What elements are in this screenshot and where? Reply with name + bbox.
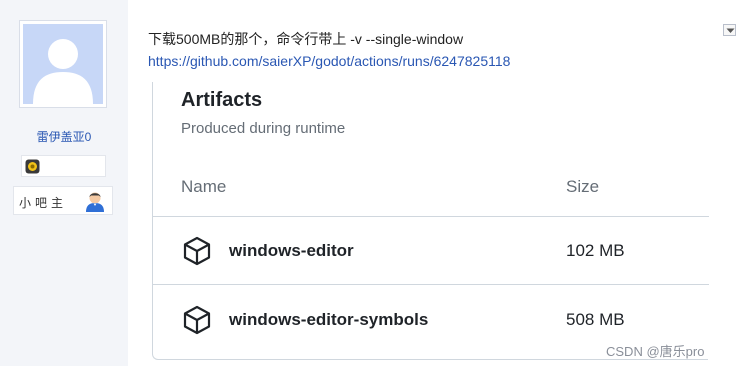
watermark: CSDN @唐乐pro: [606, 344, 705, 359]
moderator-icon: [86, 192, 104, 212]
forum-post: 雷伊盖亚0 小吧主 下载500MB的那个，命令行带上 -v --single-w…: [0, 0, 754, 366]
role-badge: 小吧主: [13, 186, 113, 215]
level-badge-icon: [25, 159, 40, 174]
package-icon: [183, 236, 211, 266]
column-header-size: Size: [566, 177, 600, 196]
user-sidebar: 雷伊盖亚0 小吧主: [0, 0, 128, 366]
username-link[interactable]: 雷伊盖亚0: [0, 128, 128, 145]
role-label: 小吧主: [19, 196, 68, 210]
package-icon: [183, 305, 211, 335]
artifacts-subtitle: Produced during runtime: [181, 120, 346, 137]
artifacts-screenshot: Artifacts Produced during runtime Name S…: [152, 82, 709, 360]
artifact-size: 508 MB: [566, 310, 625, 329]
artifact-size: 102 MB: [566, 241, 625, 260]
level-badge[interactable]: [21, 155, 106, 177]
artifact-row[interactable]: windows-editor 102 MB: [153, 217, 709, 285]
column-header-name: Name: [181, 177, 227, 196]
artifact-name[interactable]: windows-editor: [229, 241, 354, 261]
post-menu-button[interactable]: [723, 24, 736, 36]
artifacts-title: Artifacts: [181, 89, 263, 111]
default-avatar-icon: [23, 24, 103, 104]
row-divider: [153, 284, 709, 285]
post-text: 下载500MB的那个，命令行带上 -v --single-window: [148, 31, 464, 47]
actions-run-link[interactable]: https://github.com/saierXP/godot/actions…: [148, 53, 510, 69]
avatar[interactable]: [19, 20, 107, 108]
chevron-down-icon: [726, 28, 735, 33]
artifact-name[interactable]: windows-editor-symbols: [229, 310, 428, 330]
